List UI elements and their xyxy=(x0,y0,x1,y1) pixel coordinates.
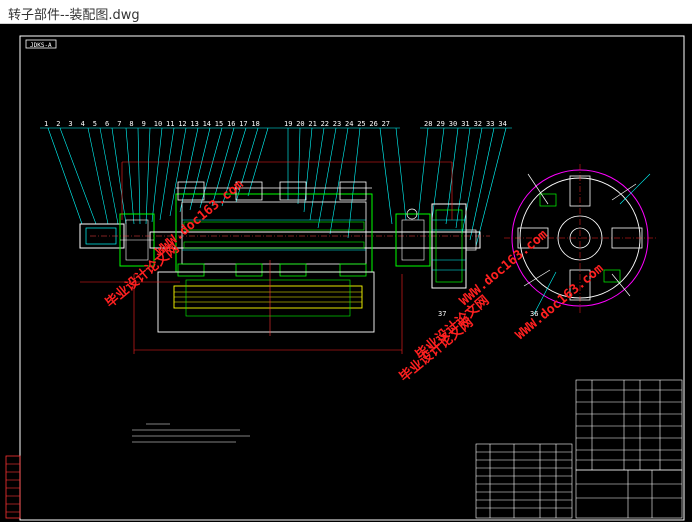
part-number-2: 2 xyxy=(56,120,60,128)
part-number-12: 12 xyxy=(178,120,186,128)
part-number-21: 21 xyxy=(308,120,316,128)
part-number-23: 23 xyxy=(333,120,341,128)
part-number-30: 30 xyxy=(449,120,457,128)
part-number-20: 20 xyxy=(296,120,304,128)
window-title: 转子部件--装配图.dwg xyxy=(8,8,140,23)
part-number-26: 26 xyxy=(369,120,377,128)
part-number-8: 8 xyxy=(129,120,133,128)
lower-section-view xyxy=(157,260,375,336)
part-number-27: 27 xyxy=(382,120,390,128)
part-number-17: 17 xyxy=(239,120,247,128)
part-number-6: 6 xyxy=(105,120,109,128)
margin-strip xyxy=(5,455,21,519)
watermark-cn-1: 毕业设计论文网 xyxy=(102,240,182,311)
watermark-cn-3: 毕业设计论文网 xyxy=(396,314,476,385)
cad-viewer-window: 转子部件--装配图.dwg JDKS-A 1 2 3 4 5 6 7 8 9 10 11 12 13 14… xyxy=(0,0,692,522)
part-number-32: 32 xyxy=(474,120,482,128)
part-number-16: 16 xyxy=(227,120,235,128)
part-number-13: 13 xyxy=(190,120,198,128)
part-number-15: 15 xyxy=(215,120,223,128)
part-numbers-right: 28 29 30 31 32 33 34 xyxy=(424,120,507,128)
watermark-site-3: WWW.doc163.com xyxy=(513,261,607,343)
watermarks: WWW.doc163.com 毕业设计论文网 WWW.doc163.com 毕业… xyxy=(102,177,606,385)
part-number-1: 1 xyxy=(44,120,48,128)
part-number-28: 28 xyxy=(424,120,432,128)
part-number-37: 37 xyxy=(438,310,446,318)
part-number-9: 9 xyxy=(142,120,146,128)
part-number-5: 5 xyxy=(93,120,97,128)
part-number-19: 19 xyxy=(284,120,292,128)
part-number-33: 33 xyxy=(486,120,494,128)
part-number-10: 10 xyxy=(154,120,162,128)
part-number-3: 3 xyxy=(68,120,72,128)
part-number-14: 14 xyxy=(203,120,211,128)
part-number-18: 18 xyxy=(251,120,259,128)
assembly-drawing: JDKS-A 1 2 3 4 5 6 7 8 9 10 11 12 13 14 15 16 17 18 19 20 2… xyxy=(5,35,685,521)
parts-list-table xyxy=(475,379,683,519)
part-number-25: 25 xyxy=(357,120,365,128)
part-number-31: 31 xyxy=(461,120,469,128)
technical-notes xyxy=(132,423,250,443)
watermark-site-2: WWW.doc163.com xyxy=(457,227,551,309)
part-number-24: 24 xyxy=(345,120,353,128)
drawing-canvas[interactable]: JDKS-A 1 2 3 4 5 6 7 8 9 10 11 12 13 14 15 16 17 18 19 20 2… xyxy=(0,24,692,522)
part-numbers-mid: 19 20 21 22 23 24 25 26 27 xyxy=(284,120,390,128)
part-number-22: 22 xyxy=(321,120,329,128)
part-number-4: 4 xyxy=(81,120,85,128)
part-numbers-left: 1 2 3 4 5 6 7 8 9 10 11 12 13 14 15 16 17 18 xyxy=(44,120,260,128)
frame-label: JDKS-A xyxy=(30,42,52,49)
part-number-34: 34 xyxy=(498,120,506,128)
title-bar: 转子部件--装配图.dwg xyxy=(0,0,692,24)
part-number-29: 29 xyxy=(436,120,444,128)
part-number-11: 11 xyxy=(166,120,174,128)
part-number-7: 7 xyxy=(117,120,121,128)
